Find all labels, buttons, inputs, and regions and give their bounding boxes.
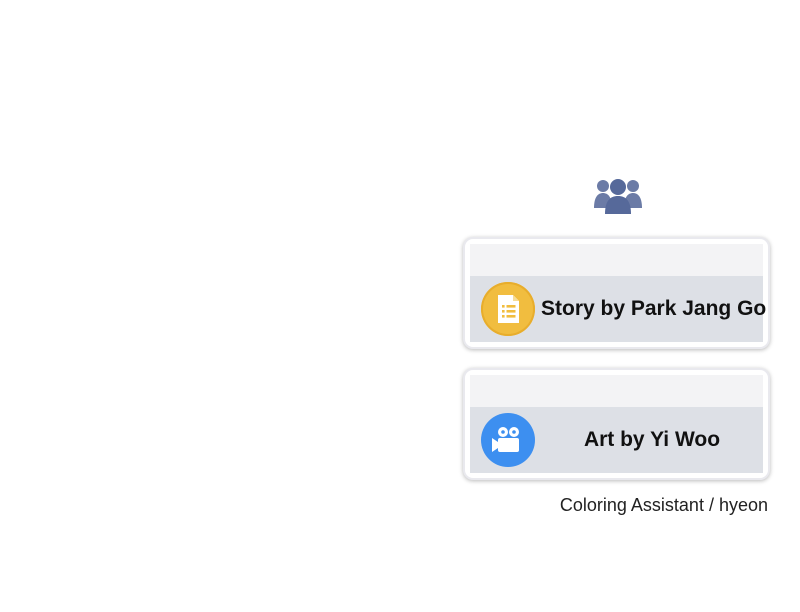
story-credit-label: Story by Park Jang Go <box>541 297 767 320</box>
credits-page: Story by Park Jang Go Art by Yi Woo Colo… <box>0 0 800 612</box>
document-icon <box>481 282 535 336</box>
card-header <box>470 375 763 407</box>
card-body: Art by Yi Woo <box>470 407 763 473</box>
art-credit-label: Art by Yi Woo <box>583 428 721 451</box>
people-group-icon <box>594 172 642 216</box>
card-header <box>470 244 763 276</box>
story-credit-card: Story by Park Jang Go <box>463 237 770 349</box>
card-body: Story by Park Jang Go <box>470 276 767 342</box>
assistant-credit: Coloring Assistant / hyeon <box>559 495 768 515</box>
video-camera-icon <box>481 413 535 467</box>
art-credit-card: Art by Yi Woo <box>463 368 770 480</box>
